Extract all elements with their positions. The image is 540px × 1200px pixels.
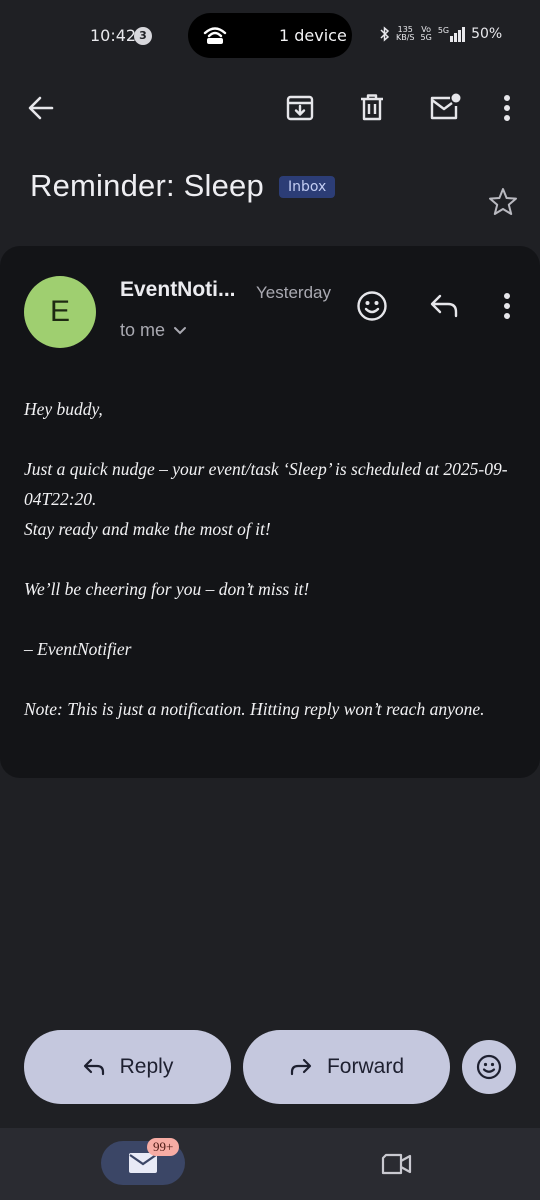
emoji-icon [476,1054,502,1080]
archive-icon[interactable] [285,93,315,123]
reply-icon [83,1058,104,1076]
recipient-toggle[interactable]: to me [120,320,187,341]
bluetooth-icon [380,26,390,42]
body-line-2: Stay ready and make the most of it! [24,519,271,539]
body-line-1: Just a quick nudge – your event/task ‘Sl… [24,459,508,509]
email-subject: Reminder: Sleep [30,168,264,203]
delete-icon[interactable] [357,92,387,122]
star-icon[interactable] [487,186,519,222]
island-device-text: 1 device [279,26,347,45]
notification-count-badge: 3 [134,27,152,45]
battery-level: 50% [471,26,503,42]
message-body: Hey buddy, Just a quick nudge – your eve… [24,394,524,724]
forward-label: Forward [326,1055,405,1078]
message-time: Yesterday [256,283,331,302]
message-more-icon[interactable] [503,293,511,323]
body-note: Note: This is just a notification. Hitti… [24,699,485,719]
back-arrow-icon[interactable] [26,93,56,123]
bottom-navigation [0,1128,540,1200]
reply-label: Reply [119,1055,174,1078]
video-camera-icon [381,1153,412,1175]
emoji-reaction-button[interactable] [462,1040,516,1094]
status-time: 10:42 [90,26,137,45]
hotspot-icon [202,24,228,50]
forward-icon [290,1058,312,1076]
recipient-text: to me [120,320,166,340]
reply-icon[interactable] [428,292,460,324]
volte-indicator: Vo 5G [420,25,432,42]
inbox-label-chip[interactable]: Inbox [279,176,336,198]
status-indicators: 135 KB/S Vo 5G 5G 50% [380,26,502,42]
net-speed: 135 KB/S [396,25,415,42]
emoji-react-icon[interactable] [356,290,388,326]
body-line-3: We’ll be cheering for you – don’t miss i… [24,579,310,599]
mail-unread-badge: 99+ [147,1138,180,1156]
reply-button[interactable]: Reply [24,1030,231,1104]
nav-meet-tab[interactable] [381,1151,413,1181]
mark-unread-icon[interactable] [428,92,462,122]
more-vert-icon[interactable] [503,95,511,125]
chevron-down-icon [174,326,187,334]
body-signature: – EventNotifier [24,639,132,659]
forward-button[interactable]: Forward [243,1030,450,1104]
sender-avatar[interactable]: E [24,276,96,348]
sender-name[interactable]: EventNoti... [120,278,236,302]
body-greeting: Hey buddy, [24,399,103,419]
signal-icon: 5G [438,26,466,42]
